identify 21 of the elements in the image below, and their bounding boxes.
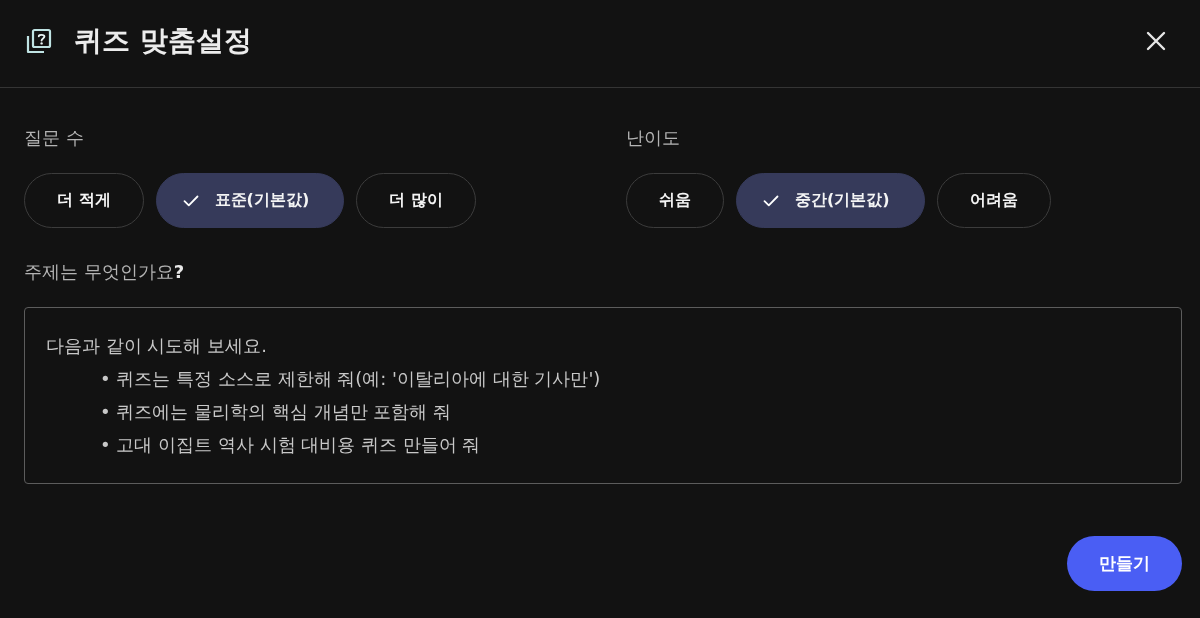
topic-question-label: 주제는 무엇인가요? — [24, 260, 186, 284]
quiz-icon — [26, 27, 52, 54]
option-chip[interactable]: 표준(기본값) — [155, 173, 345, 228]
section-label: 난이도 — [626, 126, 680, 150]
example-prompt: • 고대 이집트 역사 시험 대비용 퀴즈 만들어 줘 — [100, 433, 481, 457]
dialog-title: 퀴즈 맞춤설정 — [74, 22, 253, 59]
option-chip[interactable]: 더 많이 — [356, 173, 476, 228]
close-icon — [1146, 30, 1166, 51]
check-icon — [763, 194, 779, 207]
option-chip[interactable]: 어려움 — [936, 173, 1051, 228]
placeholder-text: 다음과 같이 시도해 보세요. — [46, 334, 267, 358]
check-icon — [182, 194, 199, 207]
example-prompt: • 퀴즈에는 물리학의 핵심 개념만 포함해 줘 — [100, 400, 451, 424]
option-chip[interactable]: 쉬움 — [626, 173, 724, 228]
create-button[interactable]: 만들기 — [1067, 536, 1182, 591]
option-chip[interactable]: 더 적게 — [24, 173, 144, 228]
section-label: 질문 수 — [24, 126, 84, 150]
example-prompt: • 퀴즈는 특정 소스로 제한해 줘(예: '이탈리아에 대한 기사만') — [100, 367, 601, 391]
option-chip[interactable]: 중간(기본값) — [736, 173, 925, 228]
topic-input-field[interactable]: 다음과 같이 시도해 보세요. • 퀴즈는 특정 소스로 제한해 줘(예: '이탈리아에 대한 기사만') • 퀴즈에는 물리학의 핵심 개념만 포함해 줘 • 고대 이집트 역사 시험 대비용 퀴즈 만들어 줘 — [24, 307, 1182, 484]
close-button[interactable] — [1146, 30, 1166, 51]
